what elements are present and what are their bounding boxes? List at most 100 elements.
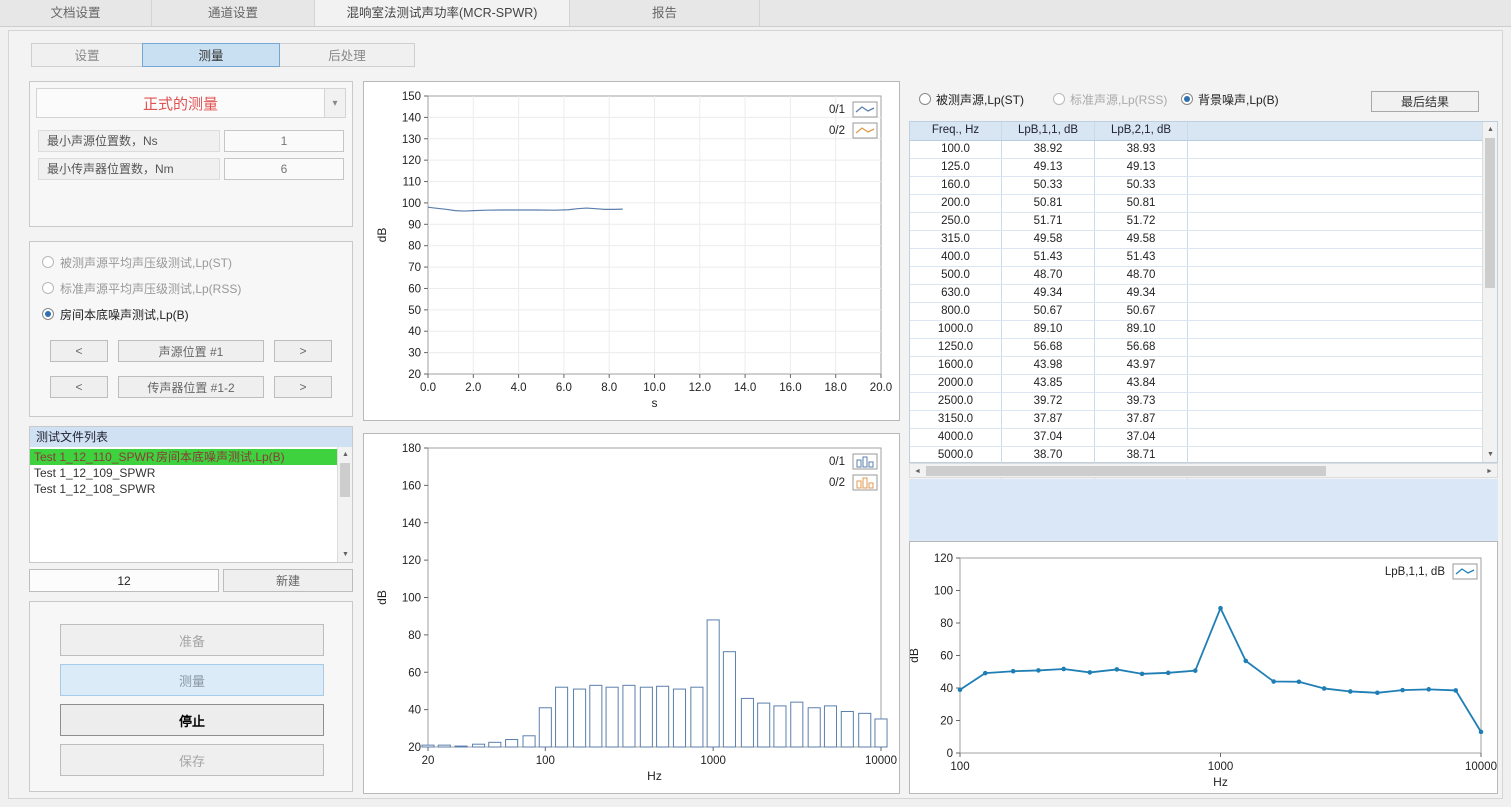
- svg-text:120: 120: [934, 553, 953, 565]
- scroll-down-icon[interactable]: ▼: [1483, 447, 1498, 462]
- chevron-down-icon[interactable]: ▾: [324, 89, 345, 117]
- table-cell: 160.0: [910, 177, 1002, 194]
- table-row[interactable]: 2500.039.7239.73: [910, 393, 1482, 411]
- result-source-radio[interactable]: 被测声源,Lp(ST): [919, 91, 1024, 107]
- final-result-button[interactable]: 最后结果: [1371, 91, 1479, 112]
- source-position-prev-button[interactable]: <: [50, 340, 108, 362]
- sub-tab-3[interactable]: 后处理: [279, 43, 415, 67]
- table-row[interactable]: 125.049.1349.13: [910, 159, 1482, 177]
- results-table-body: 100.038.9238.93125.049.1349.13160.0 50.33…: [910, 141, 1497, 483]
- table-row[interactable]: 200.050.8150.81: [910, 195, 1482, 213]
- table-cell-filler: [1188, 267, 1482, 284]
- scrollbar-thumb[interactable]: [1485, 138, 1495, 288]
- result-radio-label: 标准声源,Lp(RSS): [1070, 91, 1167, 108]
- table-row[interactable]: 1250.056.6856.68: [910, 339, 1482, 357]
- table-row[interactable]: 500.048.7048.70: [910, 267, 1482, 285]
- top-tab-bar: 文档设置通道设置混响室法测试声功率(MCR-SPWR)报告: [0, 0, 1511, 27]
- time-history-svg: 20304050607080901001101201301401500.02.0…: [364, 82, 899, 420]
- table-cell-filler: [1188, 411, 1482, 428]
- scrollbar-thumb[interactable]: [926, 466, 1326, 476]
- scroll-left-icon[interactable]: ◄: [910, 464, 925, 479]
- result-rss-radio[interactable]: 标准声源,Lp(RSS): [1053, 91, 1167, 107]
- table-cell: 400.0: [910, 249, 1002, 266]
- svg-text:Hz: Hz: [647, 769, 662, 783]
- svg-text:dB: dB: [910, 648, 921, 663]
- table-vscrollbar[interactable]: ▲ ▼: [1482, 122, 1497, 462]
- ns-field-input[interactable]: 1: [224, 130, 344, 152]
- scroll-up-icon[interactable]: ▲: [1483, 122, 1498, 137]
- svg-text:30: 30: [408, 348, 421, 360]
- table-row[interactable]: 100.038.9238.93: [910, 141, 1482, 159]
- table-cell-filler: [1188, 393, 1482, 410]
- radio-icon[interactable]: [42, 282, 54, 294]
- table-row[interactable]: 3150.037.8737.87: [910, 411, 1482, 429]
- measure-button[interactable]: 测量: [60, 664, 324, 696]
- scroll-up-icon[interactable]: ▲: [338, 447, 353, 462]
- test-type-option-1[interactable]: 被测声源平均声压级测试,Lp(ST): [42, 254, 232, 270]
- mic-position-button[interactable]: 传声器位置 #1-2: [118, 376, 264, 398]
- save-button[interactable]: 保存: [60, 744, 324, 776]
- table-header-cell: LpB,2,1, dB: [1095, 122, 1188, 140]
- svg-text:12.0: 12.0: [689, 382, 711, 394]
- table-cell-filler: [1188, 321, 1482, 338]
- table-cell: 39.72: [1002, 393, 1095, 410]
- top-tab-2[interactable]: 通道设置: [152, 0, 315, 26]
- new-file-button[interactable]: 新建: [223, 569, 353, 592]
- file-list-scrollbar[interactable]: ▲ ▼: [337, 447, 352, 562]
- result-background-radio[interactable]: 背景噪声,Lp(B): [1181, 91, 1279, 107]
- table-row[interactable]: 4000.037.0437.04: [910, 429, 1482, 447]
- top-tab-3[interactable]: 混响室法测试声功率(MCR-SPWR): [315, 0, 570, 26]
- svg-text:180: 180: [402, 443, 421, 455]
- table-hscrollbar[interactable]: ◄ ►: [909, 463, 1498, 478]
- svg-text:120: 120: [402, 155, 421, 167]
- source-position-next-button[interactable]: >: [274, 340, 332, 362]
- test-type-option-3[interactable]: 房间本底噪声测试,Lp(B): [42, 306, 189, 322]
- table-cell: 89.10: [1095, 321, 1188, 338]
- table-cell: 2500.0: [910, 393, 1002, 410]
- sub-tab-2[interactable]: 测量: [142, 43, 280, 67]
- table-cell-filler: [1188, 141, 1482, 158]
- source-position-button[interactable]: 声源位置 #1: [118, 340, 264, 362]
- table-row[interactable]: 800.050.6750.67: [910, 303, 1482, 321]
- table-row[interactable]: 1600.043.9843.97: [910, 357, 1482, 375]
- radio-icon[interactable]: [42, 308, 54, 320]
- svg-text:Hz: Hz: [1213, 775, 1228, 789]
- svg-text:120: 120: [402, 555, 421, 567]
- scroll-down-icon[interactable]: ▼: [338, 547, 353, 562]
- radio-icon[interactable]: [1181, 93, 1193, 105]
- table-row[interactable]: 400.051.4351.43: [910, 249, 1482, 267]
- scroll-right-icon[interactable]: ►: [1482, 464, 1497, 479]
- top-tab-4[interactable]: 报告: [570, 0, 760, 26]
- table-row[interactable]: 630.049.3449.34: [910, 285, 1482, 303]
- result-chart: 020406080100120100100010000HzdBLpB,1,1, …: [909, 541, 1498, 794]
- table-cell-filler: [1188, 447, 1482, 464]
- table-cell-filler: [1188, 177, 1482, 194]
- table-cell: 89.10: [1002, 321, 1095, 338]
- table-row[interactable]: 315.049.5849.58: [910, 231, 1482, 249]
- scrollbar-thumb[interactable]: [340, 463, 350, 497]
- test-type-panel: 被测声源平均声压级测试,Lp(ST) 标准声源平均声压级测试,Lp(RSS) 房间本…: [29, 241, 353, 417]
- table-row[interactable]: 250.051.7151.72: [910, 213, 1482, 231]
- file-count-button[interactable]: 12: [29, 569, 219, 592]
- prepare-button[interactable]: 准备: [60, 624, 324, 656]
- file-list-item[interactable]: Test 1_12_109_SPWR: [30, 465, 337, 481]
- table-row[interactable]: 160.050.3350.33: [910, 177, 1482, 195]
- radio-icon[interactable]: [1053, 93, 1065, 105]
- table-cell-filler: [1188, 357, 1482, 374]
- file-list-item[interactable]: Test 1_12_110_SPWR房间本底噪声测试,Lp(B): [30, 449, 337, 465]
- table-cell: 38.71: [1095, 447, 1188, 464]
- table-row[interactable]: 1000.089.1089.10: [910, 321, 1482, 339]
- measurement-mode-select[interactable]: 正式的测量 ▾: [36, 88, 346, 118]
- nm-field-input[interactable]: 6: [224, 158, 344, 180]
- mic-position-prev-button[interactable]: <: [50, 376, 108, 398]
- file-list-item[interactable]: Test 1_12_108_SPWR: [30, 481, 337, 497]
- table-cell: 50.33: [1095, 177, 1188, 194]
- test-type-option-2[interactable]: 标准声源平均声压级测试,Lp(RSS): [42, 280, 241, 296]
- mic-position-next-button[interactable]: >: [274, 376, 332, 398]
- radio-icon[interactable]: [42, 256, 54, 268]
- sub-tab-1[interactable]: 设置: [31, 43, 143, 67]
- radio-icon[interactable]: [919, 93, 931, 105]
- stop-button[interactable]: 停止: [60, 704, 324, 736]
- table-row[interactable]: 2000.043.8543.84: [910, 375, 1482, 393]
- top-tab-1[interactable]: 文档设置: [0, 0, 152, 26]
